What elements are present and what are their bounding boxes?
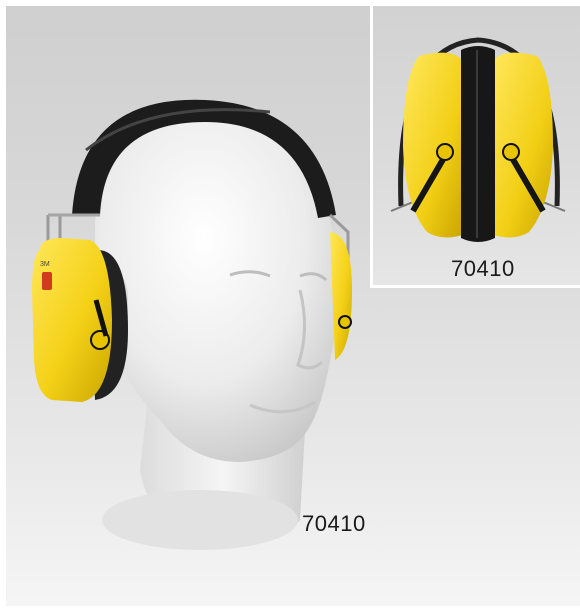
product-photo: 3M 3M 70410: [0, 0, 580, 614]
image-frame-top: [0, 0, 580, 6]
folded-earmuff-inset: 70410: [370, 6, 580, 288]
main-model-number: 70410: [302, 511, 366, 536]
mannequin-base: [102, 490, 298, 550]
folded-earmuff-illustration: [390, 37, 566, 242]
right-swivel-button: [338, 315, 352, 329]
image-frame-bottom: [0, 606, 580, 614]
svg-text:3M: 3M: [40, 261, 50, 268]
image-frame-left: [0, 0, 6, 614]
inset-model-number: 70410: [451, 256, 515, 281]
